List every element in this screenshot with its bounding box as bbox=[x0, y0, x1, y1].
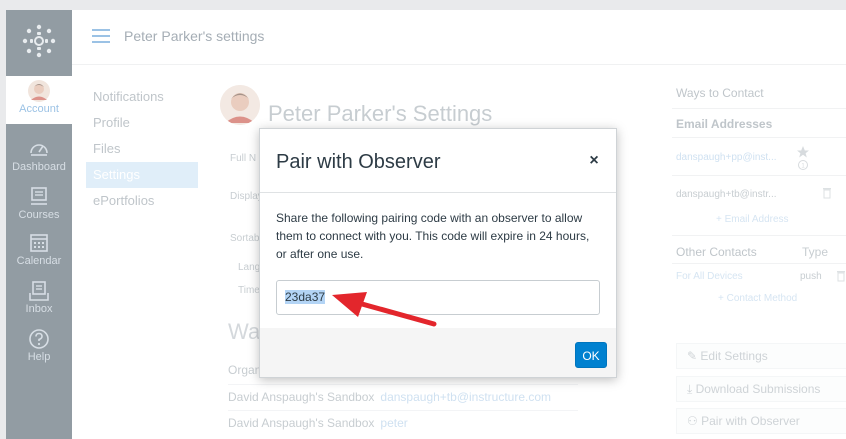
dialog-message: Share the following pairing code with an… bbox=[276, 211, 590, 261]
app-window: Account Dashboard Courses Calendar Inbox… bbox=[6, 10, 846, 439]
dialog-footer: OK bbox=[260, 328, 616, 377]
pair-with-observer-dialog: Pair with Observer × Share the following… bbox=[259, 128, 617, 378]
pairing-code-value: 23da37 bbox=[285, 290, 326, 304]
dialog-title: Pair with Observer bbox=[276, 151, 441, 173]
close-icon[interactable]: × bbox=[586, 153, 602, 169]
pairing-code-field[interactable]: 23da37 bbox=[276, 280, 600, 315]
divider bbox=[260, 192, 616, 193]
ok-button[interactable]: OK bbox=[575, 342, 607, 368]
